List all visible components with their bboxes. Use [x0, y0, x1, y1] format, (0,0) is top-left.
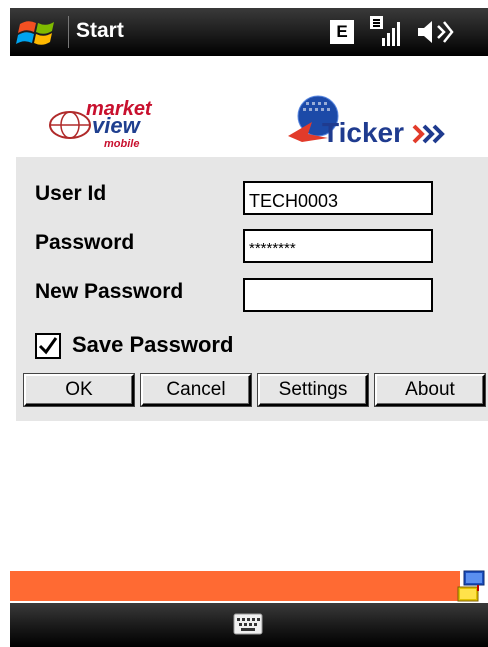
- windows-logo-icon[interactable]: [16, 16, 60, 50]
- save-password-label[interactable]: Save Password: [72, 332, 233, 358]
- start-menu-label[interactable]: Start: [76, 19, 124, 43]
- checkmark-icon: [38, 337, 58, 355]
- frame-edge: [0, 0, 10, 647]
- mobile-wordmark: mobile: [104, 138, 139, 150]
- marketview-mobile-logo: market view mobile: [49, 98, 153, 150]
- new-password-label: New Password: [35, 280, 184, 303]
- cancel-button[interactable]: Cancel: [141, 374, 251, 406]
- settings-button[interactable]: Settings: [258, 374, 368, 406]
- user-id-field[interactable]: TECH0003: [243, 181, 433, 215]
- about-button[interactable]: About: [375, 374, 485, 406]
- edge-network-icon[interactable]: E: [330, 20, 354, 44]
- save-password-checkbox[interactable]: [35, 333, 61, 359]
- ok-button[interactable]: OK: [24, 374, 134, 406]
- volume-icon[interactable]: [416, 18, 456, 46]
- status-bar: Start E: [10, 8, 488, 56]
- start-separator: [68, 16, 69, 48]
- ticker-wordmark: Ticker: [322, 117, 404, 148]
- view-wordmark: view: [92, 113, 142, 138]
- signal-strength-icon[interactable]: [370, 16, 404, 48]
- keyboard-icon[interactable]: [233, 613, 263, 635]
- password-label: Password: [35, 231, 135, 254]
- network-connection-icon[interactable]: [456, 569, 488, 603]
- ticker-logo: Ticker: [288, 95, 445, 148]
- notification-bar: [10, 571, 460, 601]
- user-id-label: User Id: [35, 182, 107, 205]
- new-password-field[interactable]: [243, 278, 433, 312]
- password-field[interactable]: ********: [243, 229, 433, 263]
